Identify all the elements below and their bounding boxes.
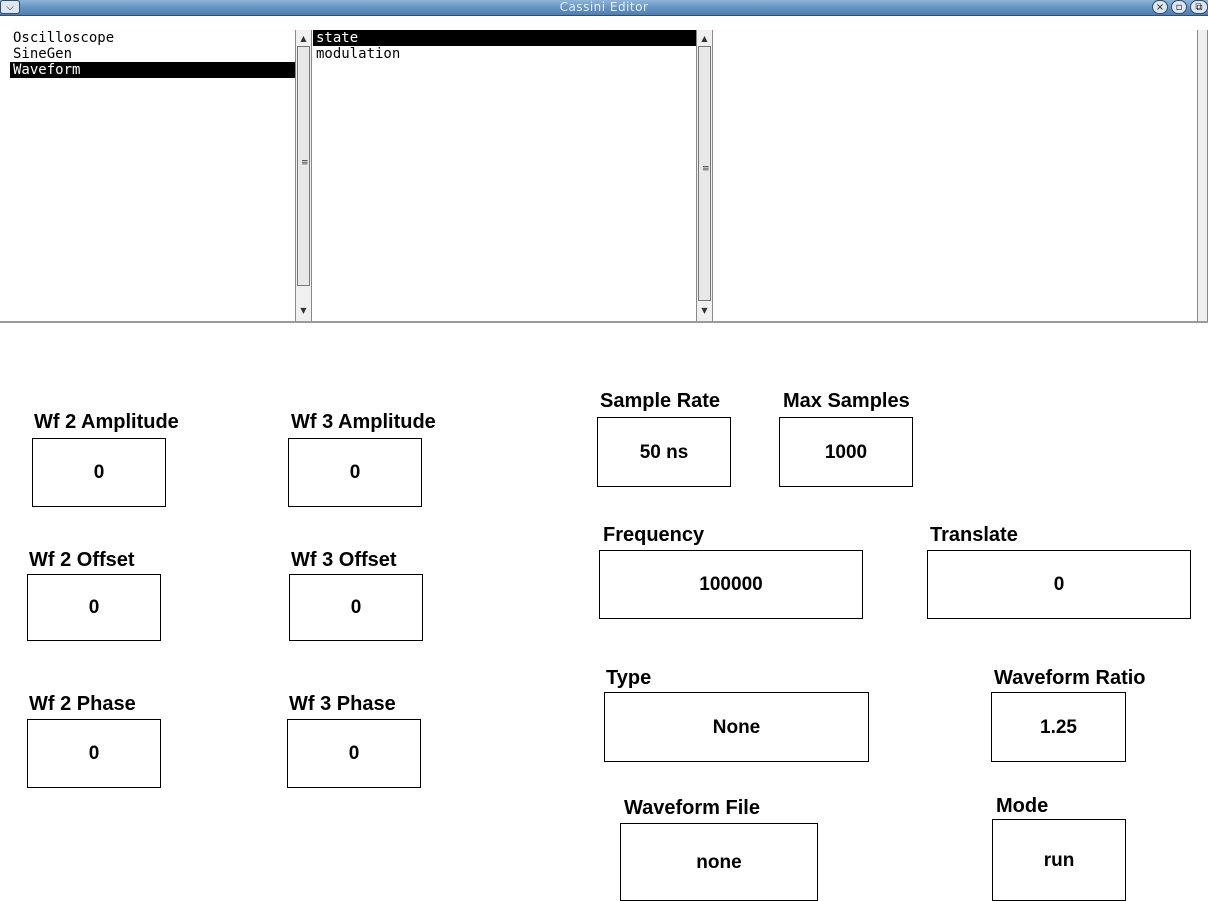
sample-rate-field[interactable]: 50 ns xyxy=(597,417,731,487)
frequency-field[interactable]: 100000 xyxy=(599,550,863,619)
wf2-amplitude-label: Wf 2 Amplitude xyxy=(34,411,179,433)
property-list-scrollbar[interactable]: ▲ ≡ ▼ xyxy=(696,30,713,321)
component-list[interactable]: Oscilloscope SineGen Waveform xyxy=(10,30,295,321)
scrollbar-thumb[interactable]: ≡ xyxy=(698,46,711,301)
wf2-phase-label: Wf 2 Phase xyxy=(29,693,136,715)
waveform-file-label: Waveform File xyxy=(624,797,760,819)
list-item-sinegen[interactable]: SineGen xyxy=(10,46,295,62)
list-item-state[interactable]: state xyxy=(313,30,696,46)
max-samples-field[interactable]: 1000 xyxy=(779,417,913,487)
grip-icon: ≡ xyxy=(702,164,710,174)
window-title: Cassini Editor xyxy=(559,0,649,14)
list-item-modulation[interactable]: modulation xyxy=(313,46,696,62)
wf2-phase-field[interactable]: 0 xyxy=(27,719,161,788)
wf3-offset-field[interactable]: 0 xyxy=(289,574,423,641)
wf2-amplitude-field[interactable]: 0 xyxy=(32,438,166,507)
type-label: Type xyxy=(606,667,652,689)
pane-divider[interactable] xyxy=(0,321,1208,323)
translate-label: Translate xyxy=(930,524,1018,546)
title-bar[interactable]: ⌵ Cassini Editor × ▫ ⧉ xyxy=(0,0,1208,16)
wf3-amplitude-label: Wf 3 Amplitude xyxy=(291,411,436,433)
mode-field[interactable]: run xyxy=(992,819,1126,901)
waveform-ratio-field[interactable]: 1.25 xyxy=(991,692,1126,762)
frequency-label: Frequency xyxy=(603,524,705,546)
type-field[interactable]: None xyxy=(604,692,869,762)
waveform-ratio-label: Waveform Ratio xyxy=(994,667,1146,689)
wf2-offset-label: Wf 2 Offset xyxy=(29,549,135,571)
value-pane[interactable] xyxy=(719,30,1197,321)
list-item-waveform[interactable]: Waveform xyxy=(10,62,295,78)
wf2-offset-field[interactable]: 0 xyxy=(27,574,161,641)
wf3-phase-field[interactable]: 0 xyxy=(287,719,421,788)
max-samples-label: Max Samples xyxy=(783,390,910,412)
list-item-oscilloscope[interactable]: Oscilloscope xyxy=(10,30,295,46)
scroll-up-icon[interactable]: ▲ xyxy=(297,32,310,46)
mode-label: Mode xyxy=(996,795,1049,817)
property-list[interactable]: state modulation xyxy=(313,30,696,321)
translate-field[interactable]: 0 xyxy=(927,550,1191,619)
wf3-amplitude-field[interactable]: 0 xyxy=(288,438,422,507)
component-list-scrollbar[interactable]: ▲ ≡ ▼ xyxy=(295,30,312,321)
scroll-up-icon[interactable]: ▲ xyxy=(698,32,711,46)
wf3-offset-label: Wf 3 Offset xyxy=(291,549,397,571)
scroll-down-icon[interactable]: ▼ xyxy=(698,304,711,318)
grip-icon: ≡ xyxy=(301,158,309,168)
wf3-phase-label: Wf 3 Phase xyxy=(289,693,396,715)
sample-rate-label: Sample Rate xyxy=(600,390,721,412)
minimize-icon[interactable]: ▫ xyxy=(1171,0,1187,14)
close-icon[interactable]: × xyxy=(1152,0,1168,14)
waveform-file-field[interactable]: none xyxy=(620,823,818,901)
scroll-down-icon[interactable]: ▼ xyxy=(297,304,310,318)
value-pane-scrollbar[interactable] xyxy=(1197,30,1208,321)
scrollbar-thumb[interactable]: ≡ xyxy=(297,46,310,286)
maximize-icon[interactable]: ⧉ xyxy=(1190,0,1208,14)
